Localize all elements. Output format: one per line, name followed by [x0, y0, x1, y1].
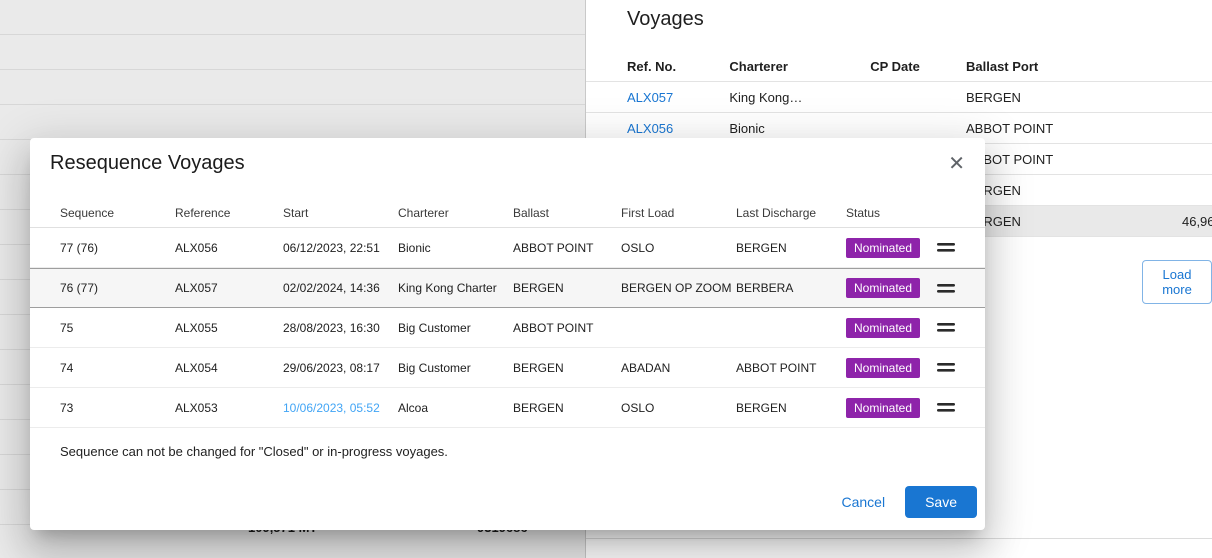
cell-first-load: OSLO	[621, 241, 736, 255]
column-ref-no: Ref. No.	[627, 59, 729, 74]
modal-title: Resequence Voyages	[50, 152, 245, 175]
voyage-ref-link[interactable]: ALX057	[627, 90, 673, 105]
voyage-charterer: Bionic	[729, 121, 870, 136]
resequence-row-highlighted: 76 (77) ALX057 02/02/2024, 14:36 King Ko…	[30, 268, 985, 308]
voyage-ballast-port: BERGEN	[966, 90, 1182, 105]
voyages-panel-title: Voyages	[586, 0, 1212, 31]
resequence-table: Sequence Reference Start Charterer Balla…	[30, 198, 985, 428]
status-badge: Nominated	[846, 238, 920, 258]
cell-sequence: 74	[60, 361, 175, 375]
cell-first-load: ABADAN	[621, 361, 736, 375]
load-more-button[interactable]: Load more	[1142, 260, 1212, 304]
drag-handle-icon[interactable]	[926, 283, 966, 294]
save-button[interactable]: Save	[905, 486, 977, 518]
column-cp-date: CP Date	[870, 59, 966, 74]
cell-charterer: Alcoa	[398, 401, 513, 415]
cell-reference: ALX053	[175, 401, 283, 415]
cell-reference: ALX055	[175, 321, 283, 335]
voyage-ballast-port: BERGEN	[966, 183, 1182, 198]
column-first-load: First Load	[621, 206, 736, 220]
sequence-note: Sequence can not be changed for "Closed"…	[60, 444, 985, 459]
cell-last-discharge: BERBERA	[736, 281, 846, 295]
cell-sequence: 77 (76)	[60, 241, 175, 255]
cell-first-load: OSLO	[621, 401, 736, 415]
resequence-row: 73 ALX053 10/06/2023, 05:52 Alcoa BERGEN…	[30, 388, 985, 428]
cell-ballast: ABBOT POINT	[513, 241, 621, 255]
cell-ballast: BERGEN	[513, 361, 621, 375]
status-badge: Nominated	[846, 358, 920, 378]
cell-reference: ALX056	[175, 241, 283, 255]
cell-last-discharge: BERGEN	[736, 401, 846, 415]
voyage-ref-link[interactable]: ALX056	[627, 121, 673, 136]
voyage-ballast-port: ABBOT POINT	[966, 152, 1182, 167]
close-icon[interactable]: ✕	[944, 152, 969, 176]
voyage-charterer: King Kong…	[729, 90, 870, 105]
column-reference: Reference	[175, 206, 283, 220]
drag-handle-icon[interactable]	[926, 362, 966, 373]
voyage-ballast-port: BERGEN	[966, 214, 1182, 229]
column-charterer: Charterer	[729, 59, 870, 74]
resequence-row: 77 (76) ALX056 06/12/2023, 22:51 Bionic …	[30, 228, 985, 268]
status-badge: Nominated	[846, 398, 920, 418]
cell-sequence: 73	[60, 401, 175, 415]
cell-charterer: Big Customer	[398, 361, 513, 375]
drag-handle-icon[interactable]	[926, 322, 966, 333]
status-badge: Nominated	[846, 318, 920, 338]
resequence-voyages-modal: Resequence Voyages ✕ Sequence Reference …	[30, 138, 985, 530]
cell-last-discharge: ABBOT POINT	[736, 361, 846, 375]
cancel-button[interactable]: Cancel	[827, 486, 899, 518]
cell-charterer: Bionic	[398, 241, 513, 255]
cell-ballast: ABBOT POINT	[513, 321, 621, 335]
cell-sequence: 76 (77)	[60, 281, 175, 295]
cell-start: 28/08/2023, 16:30	[283, 321, 398, 335]
cell-start: 06/12/2023, 22:51	[283, 241, 398, 255]
column-last-discharge: Last Discharge	[736, 206, 846, 220]
column-start: Start	[283, 206, 398, 220]
column-ballast: Ballast	[513, 206, 621, 220]
drag-handle-icon[interactable]	[926, 402, 966, 413]
modal-actions: Cancel Save	[827, 486, 977, 518]
panel-divider	[586, 538, 1212, 539]
column-charterer: Charterer	[398, 206, 513, 220]
drag-handle-icon[interactable]	[926, 242, 966, 253]
voyage-row: ALX057 King Kong… BERGEN	[586, 82, 1212, 113]
column-ballast-port: Ballast Port	[966, 59, 1182, 74]
cell-sequence: 75	[60, 321, 175, 335]
column-status: Status	[846, 206, 926, 220]
cell-last-discharge: BERGEN	[736, 241, 846, 255]
voyage-value: 46,96	[1182, 214, 1212, 229]
resequence-row: 75 ALX055 28/08/2023, 16:30 Big Customer…	[30, 308, 985, 348]
cell-charterer: King Kong Charter	[398, 281, 513, 295]
column-sequence: Sequence	[60, 206, 175, 220]
resequence-row: 74 ALX054 29/06/2023, 08:17 Big Customer…	[30, 348, 985, 388]
modal-header: Resequence Voyages ✕	[30, 138, 985, 176]
cell-ballast: BERGEN	[513, 401, 621, 415]
cell-start-link[interactable]: 10/06/2023, 05:52	[283, 401, 398, 415]
voyages-table-header: Ref. No. Charterer CP Date Ballast Port	[586, 51, 1212, 82]
cell-start: 29/06/2023, 08:17	[283, 361, 398, 375]
resequence-table-header: Sequence Reference Start Charterer Balla…	[30, 198, 985, 228]
voyage-ballast-port: ABBOT POINT	[966, 121, 1182, 136]
cell-charterer: Big Customer	[398, 321, 513, 335]
cell-reference: ALX054	[175, 361, 283, 375]
status-badge: Nominated	[846, 278, 920, 298]
cell-first-load: BERGEN OP ZOOM	[621, 281, 736, 295]
cell-ballast: BERGEN	[513, 281, 621, 295]
cell-start: 02/02/2024, 14:36	[283, 281, 398, 295]
cell-reference: ALX057	[175, 281, 283, 295]
